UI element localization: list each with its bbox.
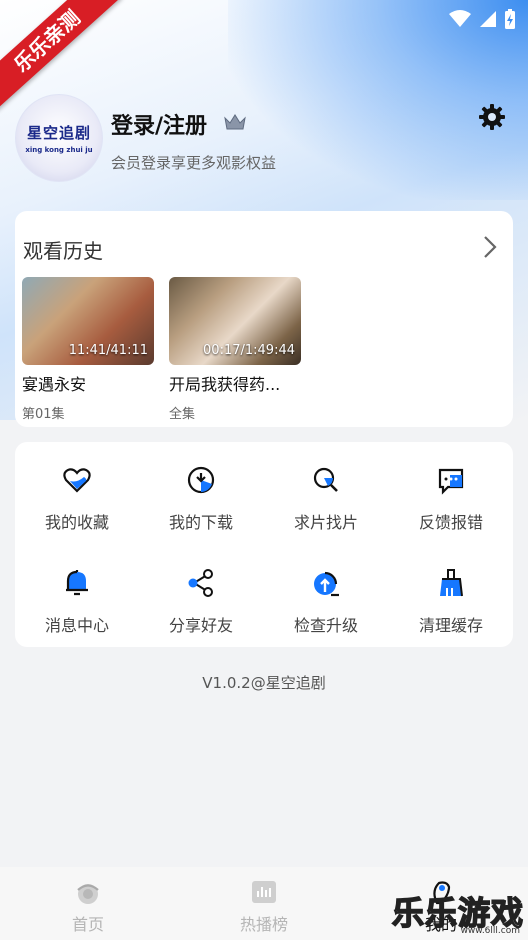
history-item-title: 开局我获得药... xyxy=(169,375,281,394)
menu-item-label: 反馈报错 xyxy=(418,513,483,532)
menu-item-label: 清理缓存 xyxy=(418,616,483,635)
menu-item-label: 我的下载 xyxy=(168,513,233,532)
menu-item-label: 求片找片 xyxy=(293,513,358,532)
nav-label: 首页 xyxy=(71,915,104,934)
share-icon xyxy=(188,569,213,597)
menu-item-share[interactable]: 分享好友 xyxy=(139,568,263,636)
history-item-title: 宴遇永安 xyxy=(22,375,87,394)
menu-item-clear-cache[interactable]: 清理缓存 xyxy=(389,568,513,636)
menu-item-messages[interactable]: 消息中心 xyxy=(15,568,139,636)
nav-home[interactable]: 首页 xyxy=(43,879,133,935)
menu-item-favorites[interactable]: 我的收藏 xyxy=(15,465,139,533)
avatar-logo-text: 星空追剧 xyxy=(26,124,91,142)
menu-item-downloads[interactable]: 我的下载 xyxy=(139,465,263,533)
history-item-episode: 全集 xyxy=(169,407,196,422)
video-thumbnail: 11:41/41:11 xyxy=(22,277,154,365)
profile-header: 星空追剧 xing kong zhui ju 登录/注册 会员登录享更多观影权益 xyxy=(15,94,513,184)
download-icon xyxy=(187,466,215,494)
history-item[interactable]: 11:41/41:11 宴遇永安 第01集 xyxy=(22,277,154,422)
history-title: 观看历史 xyxy=(23,239,103,263)
heart-icon xyxy=(63,468,91,493)
home-icon xyxy=(77,884,99,904)
signal-icon xyxy=(480,11,496,27)
avatar[interactable]: 星空追剧 xing kong zhui ju xyxy=(15,94,103,182)
progress-time: 00:17/1:49:44 xyxy=(203,343,295,358)
upgrade-icon xyxy=(314,571,339,597)
broom-icon xyxy=(440,569,463,597)
video-thumbnail: 00:17/1:49:44 xyxy=(169,277,301,365)
menu-item-request-film[interactable]: 求片找片 xyxy=(264,465,388,533)
battery-icon xyxy=(505,9,515,29)
watch-history-card: 观看历史 11:41/41:11 宴遇永安 第01集 00:17/1:49:44… xyxy=(15,211,513,427)
bell-icon xyxy=(66,570,88,596)
menu-item-label: 检查升级 xyxy=(293,616,358,635)
history-item[interactable]: 00:17/1:49:44 开局我获得药... 全集 xyxy=(169,277,301,422)
nav-hot-chart[interactable]: 热播榜 xyxy=(219,879,309,935)
avatar-logo-pinyin: xing kong zhui ju xyxy=(25,146,93,154)
site-watermark-url: www.6lll.com xyxy=(460,926,520,936)
menu-item-upgrade[interactable]: 检查升级 xyxy=(264,568,388,636)
progress-time: 11:41/41:11 xyxy=(68,343,148,358)
nav-label: 热播榜 xyxy=(239,915,288,934)
crown-icon xyxy=(224,114,246,130)
menu-item-label: 分享好友 xyxy=(168,616,233,635)
feedback-icon xyxy=(438,468,464,495)
login-register-link[interactable]: 登录/注册 xyxy=(111,108,207,140)
function-menu-card: 我的收藏 我的下载 求片找片 反馈报错 消息中心 分享好友 检查升级 清理缓存 xyxy=(15,442,513,647)
menu-item-label: 我的收藏 xyxy=(44,513,109,532)
menu-item-label: 消息中心 xyxy=(44,616,109,635)
menu-item-feedback[interactable]: 反馈报错 xyxy=(389,465,513,533)
gear-icon[interactable] xyxy=(477,102,507,132)
version-text: V1.0.2@星空追剧 xyxy=(202,674,326,692)
chevron-right-icon[interactable] xyxy=(483,235,497,259)
chart-icon xyxy=(252,881,276,903)
member-subtitle: 会员登录享更多观影权益 xyxy=(111,154,277,172)
history-item-episode: 第01集 xyxy=(22,407,65,422)
search-film-icon xyxy=(313,467,338,492)
wifi-icon xyxy=(449,10,471,27)
